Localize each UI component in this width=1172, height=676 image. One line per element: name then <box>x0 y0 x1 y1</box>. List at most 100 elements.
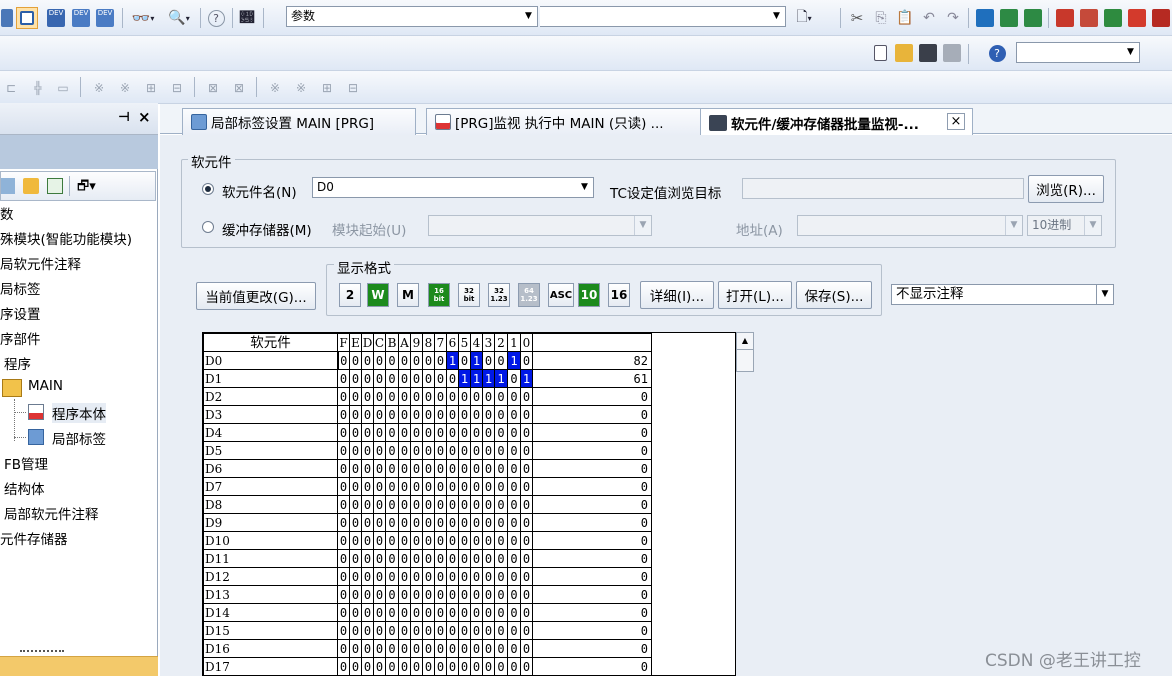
bit-cell[interactable]: 0 <box>373 639 386 658</box>
bit-cell[interactable]: 0 <box>458 639 471 658</box>
bit-cell[interactable]: 0 <box>337 477 350 496</box>
bit-cell[interactable]: 0 <box>422 387 435 406</box>
bit-cell[interactable]: 0 <box>410 657 423 675</box>
bit-cell[interactable]: 0 <box>494 639 508 658</box>
bit-cell[interactable]: 0 <box>494 405 508 424</box>
bit-cell[interactable]: 0 <box>458 387 471 406</box>
tree-item[interactable]: 元件存储器 <box>0 528 68 548</box>
bit-cell[interactable]: 0 <box>458 603 471 622</box>
dev-icon[interactable]: DEV <box>70 7 92 29</box>
dev-icon[interactable] <box>998 7 1020 29</box>
new-file-icon[interactable] <box>870 42 890 64</box>
bit-cell[interactable]: 0 <box>520 585 533 604</box>
bit-cell[interactable]: 0 <box>458 621 471 640</box>
table-row[interactable]: D1 0 0 0 0 0 0 0 0 0 0 1 1 1 1 0 1 61 <box>203 369 652 388</box>
bit-cell[interactable]: 0 <box>337 603 350 622</box>
bit-cell[interactable]: 0 <box>507 459 521 478</box>
change-value-button[interactable]: 当前值更改(G)... <box>196 282 316 310</box>
bit-cell[interactable]: 1 <box>520 369 533 388</box>
value-cell[interactable]: 0 <box>532 441 652 460</box>
bit-cell[interactable]: 0 <box>482 441 495 460</box>
bit-cell[interactable]: 0 <box>434 441 447 460</box>
delete-icon[interactable] <box>1126 7 1148 29</box>
bit-cell[interactable]: 0 <box>422 603 435 622</box>
bit-cell[interactable]: 0 <box>494 477 508 496</box>
format-hex-button[interactable]: 16 <box>608 283 630 307</box>
tc-target-input[interactable] <box>742 178 1024 199</box>
bit-cell[interactable]: 0 <box>337 567 350 586</box>
bit-cell[interactable]: 0 <box>520 423 533 442</box>
ladder-tool-icon[interactable]: ▭ <box>52 77 74 99</box>
bit-cell[interactable]: 0 <box>337 459 350 478</box>
bit-cell[interactable]: 0 <box>385 621 399 640</box>
ladder-tool-icon[interactable]: ※ <box>88 77 110 99</box>
browse-button[interactable]: 浏览(R)... <box>1028 175 1104 203</box>
bit-cell[interactable]: 1 <box>482 369 495 388</box>
bit-cell[interactable]: 0 <box>470 459 483 478</box>
bit-cell[interactable]: 0 <box>398 531 411 550</box>
bit-cell[interactable]: 0 <box>398 495 411 514</box>
bit-cell[interactable]: 0 <box>422 477 435 496</box>
value-cell[interactable]: 0 <box>532 603 652 622</box>
bit-cell[interactable]: 0 <box>482 639 495 658</box>
bit-cell[interactable]: 0 <box>470 477 483 496</box>
bit-cell[interactable]: 0 <box>385 423 399 442</box>
bit-cell[interactable]: 0 <box>410 513 423 532</box>
bit-cell[interactable]: 0 <box>507 513 521 532</box>
bit-cell[interactable]: 0 <box>361 513 374 532</box>
bit-cell[interactable]: 0 <box>494 531 508 550</box>
tree-options-icon[interactable]: 🗗▾ <box>77 177 96 199</box>
bit-cell[interactable]: 0 <box>482 495 495 514</box>
module-start-input[interactable]: ▼ <box>428 215 652 236</box>
splitter-grip[interactable] <box>20 650 64 652</box>
tab-prg-monitor[interactable]: [PRG]监视 执行中 MAIN (只读) ... <box>426 108 702 135</box>
bit-cell[interactable]: 0 <box>410 549 423 568</box>
bit-cell[interactable]: 0 <box>398 567 411 586</box>
bit-cell[interactable]: 0 <box>410 567 423 586</box>
bit-cell[interactable]: 0 <box>422 549 435 568</box>
table-row[interactable]: D2 0 0 0 0 0 0 0 0 0 0 0 0 0 0 0 0 0 <box>203 387 652 406</box>
bit-cell[interactable]: 0 <box>434 387 447 406</box>
format-binary-button[interactable]: 2 <box>339 283 361 307</box>
value-cell[interactable]: 0 <box>532 477 652 496</box>
bit-cell[interactable]: 0 <box>482 603 495 622</box>
bit-cell[interactable]: 0 <box>373 657 386 675</box>
bit-cell[interactable]: 0 <box>373 585 386 604</box>
format-64real-button[interactable]: 64 1.23 <box>518 283 540 307</box>
bit-cell[interactable]: 0 <box>482 351 495 370</box>
bit-cell[interactable]: 0 <box>458 549 471 568</box>
table-row[interactable]: D10 0 0 0 0 0 0 0 0 0 0 0 0 0 0 0 0 0 <box>203 531 652 550</box>
bit-cell[interactable]: 0 <box>434 351 447 370</box>
bit-cell[interactable]: 0 <box>520 513 533 532</box>
bit-cell[interactable]: 0 <box>482 621 495 640</box>
bit-cell[interactable]: 0 <box>470 387 483 406</box>
search-combo[interactable]: 参数 ▼ <box>286 6 538 27</box>
detail-button[interactable]: 详细(I)... <box>640 281 714 309</box>
bit-cell[interactable]: 0 <box>482 405 495 424</box>
device-cell[interactable]: D0 <box>203 351 339 370</box>
redo-icon[interactable]: ↷ <box>942 7 964 29</box>
bit-cell[interactable]: 0 <box>337 405 350 424</box>
bit-cell[interactable]: 0 <box>422 513 435 532</box>
bit-cell[interactable]: 0 <box>349 477 362 496</box>
device-cell[interactable]: D6 <box>203 459 338 478</box>
bit-cell[interactable]: 0 <box>398 585 411 604</box>
device-cell[interactable]: D15 <box>203 621 338 640</box>
bit-cell[interactable]: 0 <box>507 495 521 514</box>
bit-cell[interactable]: 0 <box>458 495 471 514</box>
bit-cell[interactable]: 0 <box>422 621 435 640</box>
bit-cell[interactable]: 0 <box>361 405 374 424</box>
bit-cell[interactable]: 0 <box>482 531 495 550</box>
bit-cell[interactable]: 0 <box>494 351 508 370</box>
chevron-down-icon[interactable]: ▼ <box>1122 43 1139 62</box>
bit-cell[interactable]: 0 <box>361 603 374 622</box>
bit-cell[interactable]: 0 <box>422 585 435 604</box>
bit-cell[interactable]: 0 <box>507 639 521 658</box>
bit-cell[interactable]: 0 <box>482 657 495 675</box>
bit-cell[interactable]: 0 <box>373 567 386 586</box>
open-button[interactable]: 打开(L)... <box>718 281 792 309</box>
bit-cell[interactable]: 0 <box>373 387 386 406</box>
value-cell[interactable]: 0 <box>532 567 652 586</box>
radio-buffer[interactable] <box>202 221 214 233</box>
bit-cell[interactable]: 0 <box>520 639 533 658</box>
